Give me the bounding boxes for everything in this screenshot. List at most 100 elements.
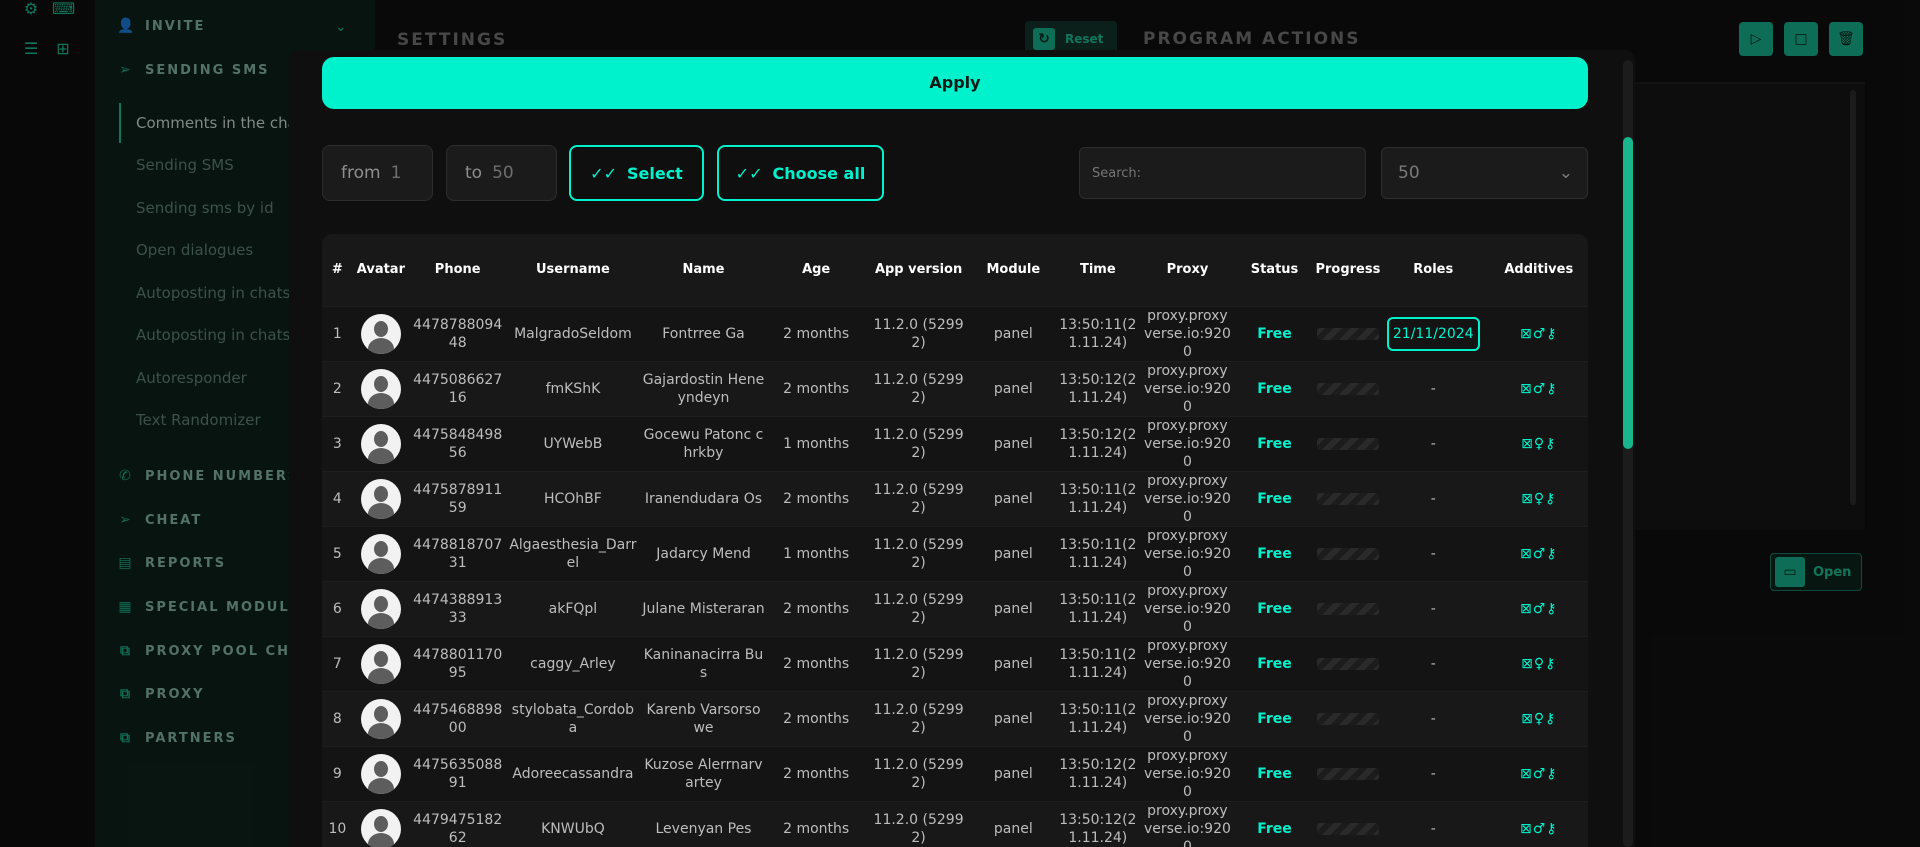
time-cell: 13:50:11(21.11.24) (1054, 525, 1142, 581)
status-cell: Free (1233, 305, 1316, 361)
row-number: 7 (322, 635, 353, 691)
additives-icons[interactable]: ⊠♂⚷ (1520, 546, 1558, 562)
avatar-cell (352, 580, 410, 636)
additives-cell: ⊠♀⚷ (1489, 415, 1588, 471)
table-row[interactable]: 10 447947518262 KNWUbQ Levenyan Pes 2 months… (322, 800, 1588, 847)
table-row[interactable]: 4 447587891159 HCOhBF Iranendudara Os 2 mont… (322, 470, 1588, 526)
additives-icons[interactable]: ⊠♂⚷ (1520, 326, 1558, 342)
progress-bar (1317, 382, 1380, 395)
proxy-cell: proxy.proxyverse.io:9200 (1141, 305, 1234, 361)
roles-value: - (1430, 435, 1436, 452)
range-to-field[interactable]: to 50 (446, 145, 557, 201)
additives-icons[interactable]: ⊠♂⚷ (1520, 381, 1558, 397)
phone-cell: 447546889800 (409, 690, 507, 746)
additives-icons[interactable]: ⊠♂⚷ (1520, 821, 1558, 837)
apply-button[interactable]: Apply (322, 57, 1588, 109)
column-header[interactable]: Name (639, 234, 768, 306)
column-header[interactable]: Age (767, 234, 865, 306)
table-row[interactable]: 8 447546889800 stylobata_Cordoba Karenb Var… (322, 690, 1588, 746)
status-cell: Free (1233, 745, 1316, 801)
app-version-cell: 11.2.0 (52992) (864, 360, 973, 416)
chevron-down-icon: ⌄ (1558, 163, 1573, 183)
accounts-modal: Apply from 1 to 50 ✓✓ Select ✓✓ Choose a… (289, 50, 1635, 847)
search-input[interactable] (1079, 147, 1366, 199)
module-cell: panel (972, 635, 1055, 691)
name-cell: Kuzose Alerrnarvartey (639, 745, 768, 801)
additives-cell: ⊠♀⚷ (1489, 690, 1588, 746)
row-number: 8 (322, 690, 353, 746)
column-header[interactable]: Roles (1376, 234, 1490, 306)
avatar-cell (352, 360, 410, 416)
choose-all-button[interactable]: ✓✓ Choose all (717, 145, 884, 201)
additives-icons[interactable]: ⊠♀⚷ (1521, 436, 1556, 452)
phone-cell: 447438891333 (409, 580, 507, 636)
avatar (360, 643, 401, 684)
status-cell: Free (1233, 525, 1316, 581)
progress-cell (1315, 690, 1380, 746)
name-cell: Fontrree Ga (639, 305, 768, 361)
table-row[interactable]: 3 447584849856 UYWebB Gocewu Patonc chrkby 1… (322, 415, 1588, 471)
additives-icons[interactable]: ⊠♂⚷ (1520, 766, 1558, 782)
modal-scrollbar-thumb[interactable] (1623, 137, 1633, 449)
avatar-cell (352, 690, 410, 746)
name-cell: Levenyan Pes (639, 800, 768, 847)
additives-icons[interactable]: ⊠♀⚷ (1521, 656, 1556, 672)
column-header[interactable]: Time (1054, 234, 1142, 306)
app-version-cell: 11.2.0 (52992) (864, 745, 973, 801)
name-cell: Iranendudara Os (639, 470, 768, 526)
additives-icons[interactable]: ⊠♂⚷ (1520, 601, 1558, 617)
column-header[interactable]: # (322, 234, 353, 306)
column-header[interactable]: Additives (1489, 234, 1588, 306)
app-version-cell: 11.2.0 (52992) (864, 305, 973, 361)
proxy-cell: proxy.proxyverse.io:9200 (1141, 470, 1234, 526)
progress-cell (1315, 635, 1380, 691)
additives-icons[interactable]: ⊠♀⚷ (1521, 711, 1556, 727)
progress-bar (1317, 492, 1380, 505)
time-cell: 13:50:12(21.11.24) (1054, 745, 1142, 801)
avatar-cell (352, 305, 410, 361)
username-cell: UYWebB (506, 415, 640, 471)
additives-icons[interactable]: ⊠♀⚷ (1521, 491, 1556, 507)
progress-cell (1315, 360, 1380, 416)
column-header[interactable]: Avatar (352, 234, 410, 306)
column-header[interactable]: Module (972, 234, 1055, 306)
table-row[interactable]: 7 447880117095 caggy_Arley Kaninanacirra Bu… (322, 635, 1588, 691)
avatar-cell (352, 800, 410, 847)
select-button[interactable]: ✓✓ Select (569, 145, 704, 201)
age-cell: 2 months (767, 470, 865, 526)
table-row[interactable]: 6 447438891333 akFQpl Julane Misteraran 2 mo… (322, 580, 1588, 636)
roles-value: - (1430, 820, 1436, 837)
age-cell: 1 months (767, 525, 865, 581)
column-header[interactable]: Proxy (1141, 234, 1234, 306)
page-size-select[interactable]: 50 ⌄ (1381, 147, 1588, 199)
range-from-field[interactable]: from 1 (322, 145, 433, 201)
table-row[interactable]: 2 447508662716 fmKShK Gajardostin Heneyndey… (322, 360, 1588, 416)
status-cell: Free (1233, 360, 1316, 416)
column-header[interactable]: Phone (409, 234, 507, 306)
table-row[interactable]: 1 447878809448 MalgradoSeldom Fontrree Ga 2 … (322, 305, 1588, 361)
roles-value: - (1430, 545, 1436, 562)
module-cell: panel (972, 690, 1055, 746)
progress-cell (1315, 745, 1380, 801)
age-cell: 2 months (767, 745, 865, 801)
table-row[interactable]: 9 447563508891 Adoreecassandra Kuzose Alerr… (322, 745, 1588, 801)
age-cell: 2 months (767, 360, 865, 416)
column-header[interactable]: Username (506, 234, 640, 306)
module-cell: panel (972, 745, 1055, 801)
name-cell: Gajardostin Heneyndeyn (639, 360, 768, 416)
username-cell: caggy_Arley (506, 635, 640, 691)
role-date-badge[interactable]: 21/11/2024 (1386, 316, 1480, 351)
avatar (360, 588, 401, 629)
username-cell: stylobata_Cordoba (506, 690, 640, 746)
column-header[interactable]: App version (864, 234, 973, 306)
column-header[interactable]: Status (1233, 234, 1316, 306)
status-cell: Free (1233, 635, 1316, 691)
select-label: Select (626, 163, 683, 183)
avatar (360, 698, 401, 739)
row-number: 1 (322, 305, 353, 361)
table-row[interactable]: 5 447881870731 Algaesthesia_Darrel Jadarcy … (322, 525, 1588, 581)
status-cell: Free (1233, 580, 1316, 636)
column-header[interactable]: Progress (1315, 234, 1380, 306)
roles-cell: 21/11/2024 (1376, 305, 1490, 361)
module-cell: panel (972, 800, 1055, 847)
